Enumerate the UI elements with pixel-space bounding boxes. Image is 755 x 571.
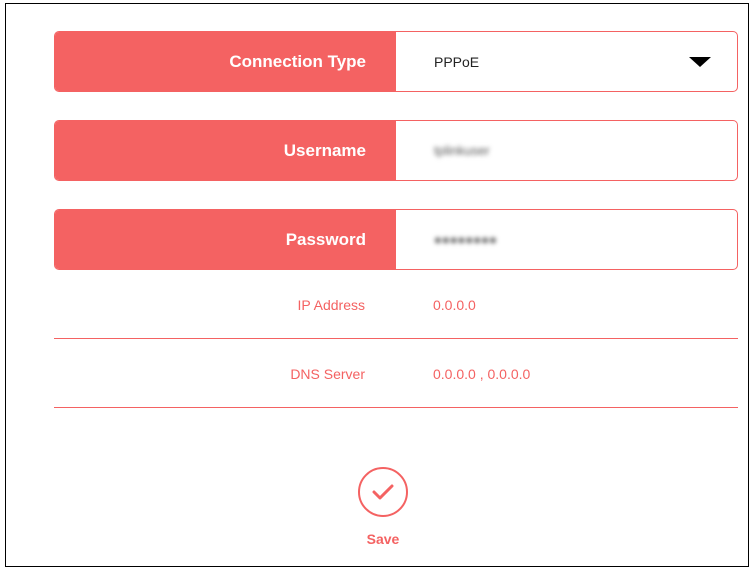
username-row: Username tplinkuser [54, 120, 738, 181]
connection-type-select[interactable]: PPPoE [396, 32, 737, 91]
router-settings-panel: Connection Type PPPoE Username tplinkuse… [5, 3, 749, 567]
ip-address-row: IP Address 0.0.0.0 [54, 271, 738, 339]
password-row: Password ●●●●●●●● [54, 209, 738, 270]
connection-type-row: Connection Type PPPoE [54, 31, 738, 92]
password-value: ●●●●●●●● [434, 232, 497, 247]
save-button[interactable]: Save [355, 467, 411, 547]
connection-type-value: PPPoE [434, 53, 480, 70]
caret-down-icon[interactable] [689, 56, 711, 67]
ip-address-label: IP Address [297, 296, 365, 313]
username-label: Username [55, 121, 396, 180]
dns-server-value: 0.0.0.0 , 0.0.0.0 [433, 365, 531, 382]
username-input[interactable]: tplinkuser [396, 121, 737, 180]
checkmark-circle-icon[interactable] [358, 467, 408, 517]
save-label: Save [366, 531, 400, 547]
connection-type-label: Connection Type [55, 32, 396, 91]
checkmark-icon [372, 484, 394, 500]
dns-server-label: DNS Server [290, 365, 365, 382]
username-value: tplinkuser [434, 143, 490, 158]
ip-address-value: 0.0.0.0 [433, 296, 476, 313]
password-input[interactable]: ●●●●●●●● [396, 210, 737, 269]
dns-server-row: DNS Server 0.0.0.0 , 0.0.0.0 [54, 340, 738, 408]
password-label: Password [55, 210, 396, 269]
